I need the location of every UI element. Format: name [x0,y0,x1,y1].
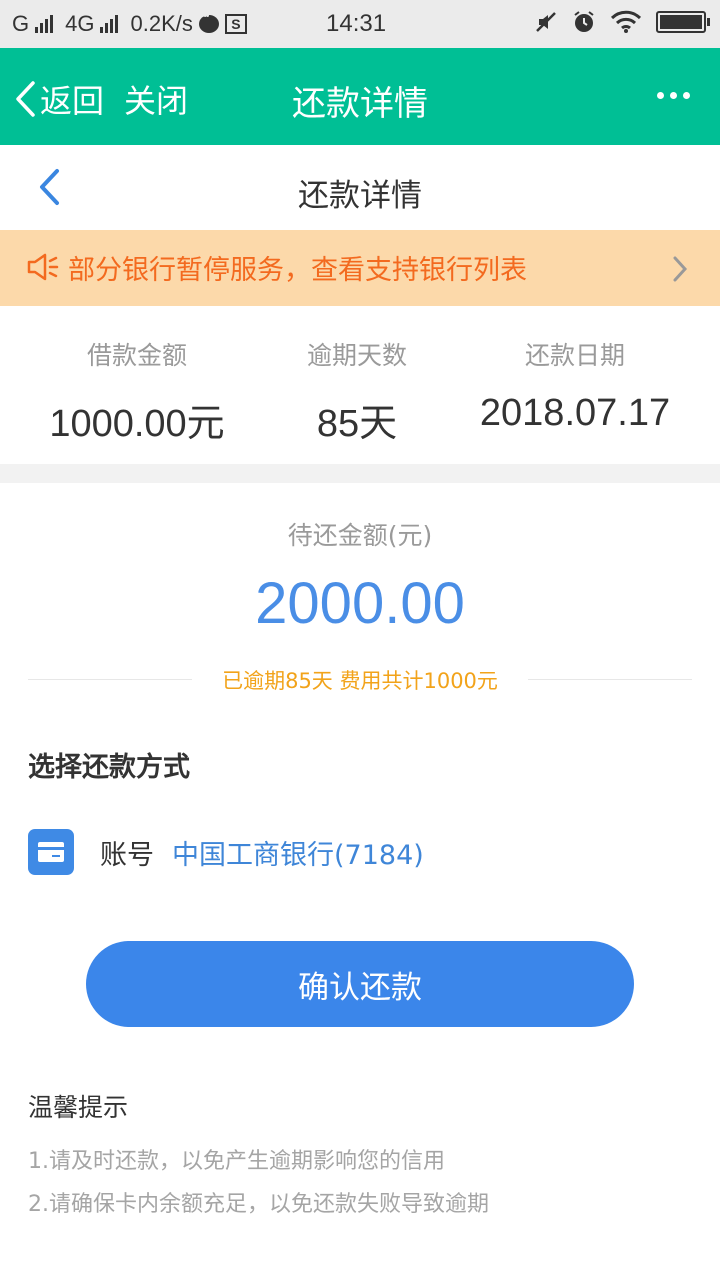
status-left: G 4G 0.2K/s S [0,11,247,37]
more-dot-icon [670,92,677,99]
loan-summary: 借款金额 1000.00元 逾期天数 85天 还款日期 2018.07.17 [0,306,720,464]
chat-notification-icon [198,11,219,33]
network-speed: 0.2K/s [130,11,193,36]
summary-value: 2018.07.17 [479,392,671,434]
close-button[interactable]: 关闭 [124,76,188,122]
summary-value: 1000.00元 [49,403,225,445]
pending-amount-value: 2000.00 [255,571,465,636]
tip-item: 2.请确保卡内余额充足，以免还款失败导致逾期 [28,1192,489,1217]
payment-account-row[interactable]: 账号 中国工商银行(7184) [28,828,424,876]
summary-value: 85天 [316,403,398,445]
summary-label: 还款日期 [524,341,625,370]
carrier-label: G [12,11,30,36]
bank-account-value: 中国工商银行(7184) [172,839,424,871]
back-arrow-icon [16,81,35,117]
notice-text: 部分银行暂停服务，查看支持银行列表 [68,255,527,286]
account-label: 账号 [100,839,154,871]
app-header: 返回 关闭 还款详情 [0,48,720,145]
tip-item: 1.请及时还款，以免产生逾期影响您的信用 [28,1149,445,1174]
alarm-icon [574,11,594,32]
card-glyph [38,842,64,862]
summary-label: 逾期天数 [306,341,407,370]
status-time: 14:31 [326,10,387,37]
battery-icon [656,11,710,33]
bank-card-icon [28,829,74,875]
s-notification-icon: S [224,14,247,34]
confirm-repayment-button[interactable]: 确认还款 [86,941,634,1027]
mute-icon [536,12,556,32]
status-bar: G 4G 0.2K/s S 14:31 [0,0,720,48]
page-nav: 还款详情 [0,145,720,230]
overdue-fee-note: 已逾期85天 费用共计1000元 [222,669,498,693]
more-dot-icon [683,92,690,99]
more-dot-icon [657,92,664,99]
signal-icon [35,15,54,33]
more-menu-button[interactable] [657,92,690,99]
signal-icon-2 [100,15,119,33]
wifi-icon [610,10,642,33]
page-title: 还款详情 [298,178,422,214]
network-label: 4G [65,11,95,36]
app-header-title: 还款详情 [0,76,720,125]
status-right [534,10,710,34]
back-button[interactable]: 返回 [14,76,104,122]
tips-title: 温馨提示 [28,1093,129,1122]
chevron-right-icon [673,256,688,282]
service-notice-banner[interactable]: 部分银行暂停服务，查看支持银行列表 [0,230,720,306]
app-header-title-text: 还款详情 [292,84,428,124]
speaker-icon [27,253,59,281]
pending-amount-label: 待还金额(元) [287,521,433,550]
section-divider [0,464,720,483]
back-label: 返回 [40,82,105,120]
summary-label: 借款金额 [86,341,187,370]
payment-method-title: 选择还款方式 [28,752,190,783]
